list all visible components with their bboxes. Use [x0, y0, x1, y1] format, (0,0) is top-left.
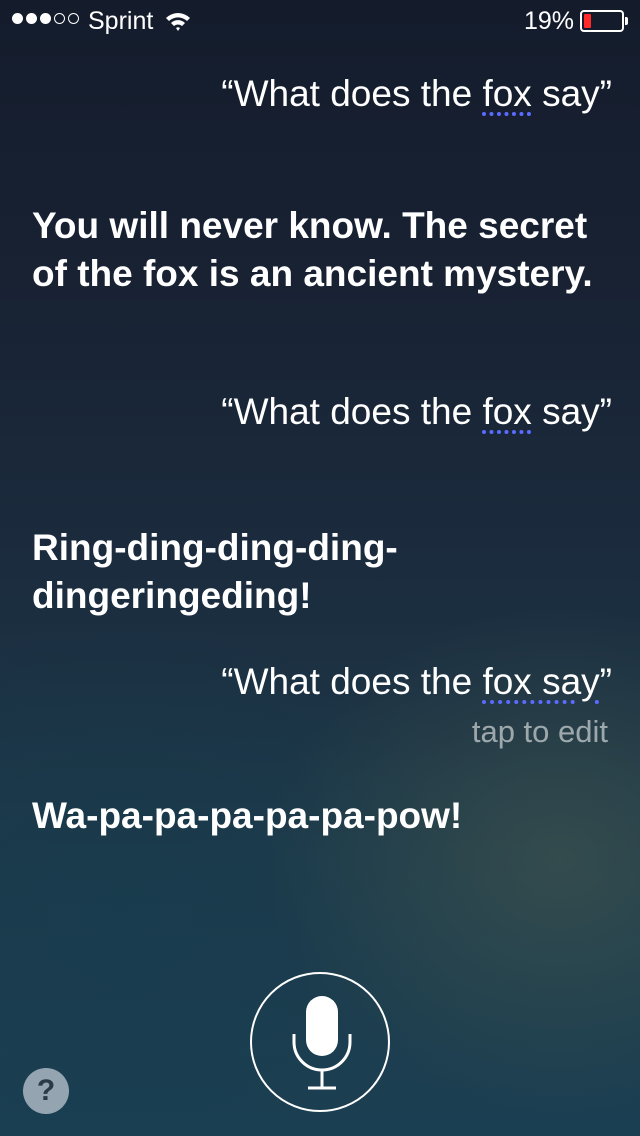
tap-to-edit-hint[interactable]: tap to edit [472, 712, 608, 752]
battery-percentage: 19% [524, 7, 575, 35]
signal-dot [68, 13, 79, 24]
signal-dot [26, 13, 37, 24]
battery-level [584, 14, 591, 28]
flagged-word: fox say [482, 661, 600, 702]
help-button[interactable]: ? [23, 1068, 69, 1114]
carrier-name: Sprint [88, 7, 154, 35]
question-mark-icon: ? [36, 1074, 56, 1107]
siri-response: Ring-ding-ding-ding-dingeringeding! [32, 527, 398, 616]
signal-strength-icon [12, 13, 79, 24]
microphone-button[interactable] [250, 972, 390, 1112]
utterance-text: “What does the [221, 73, 483, 114]
signal-dot [54, 13, 65, 24]
utterance-text: ” [599, 661, 612, 702]
user-utterance[interactable]: “What does the fox say” [221, 390, 612, 434]
battery-icon [580, 10, 628, 32]
utterance-text: “What does the [221, 391, 483, 432]
battery-tip [625, 17, 628, 25]
utterance-text: “What does the [221, 661, 483, 702]
user-utterance[interactable]: “What does the fox say” [221, 660, 612, 704]
status-bar: Sprint 19% [0, 0, 640, 40]
signal-dot [40, 13, 51, 24]
flagged-word: fox [482, 391, 532, 432]
utterance-text: say” [531, 73, 612, 114]
user-utterance[interactable]: “What does the fox say” [221, 72, 612, 116]
utterance-text: say” [531, 391, 612, 432]
wifi-icon [166, 13, 190, 31]
microphone-icon [292, 996, 352, 1090]
signal-dot [12, 13, 23, 24]
siri-response: You will never know. The secret of the f… [32, 205, 593, 294]
siri-response: Wa-pa-pa-pa-pa-pa-pow! [32, 795, 463, 836]
flagged-word: fox [482, 73, 532, 114]
